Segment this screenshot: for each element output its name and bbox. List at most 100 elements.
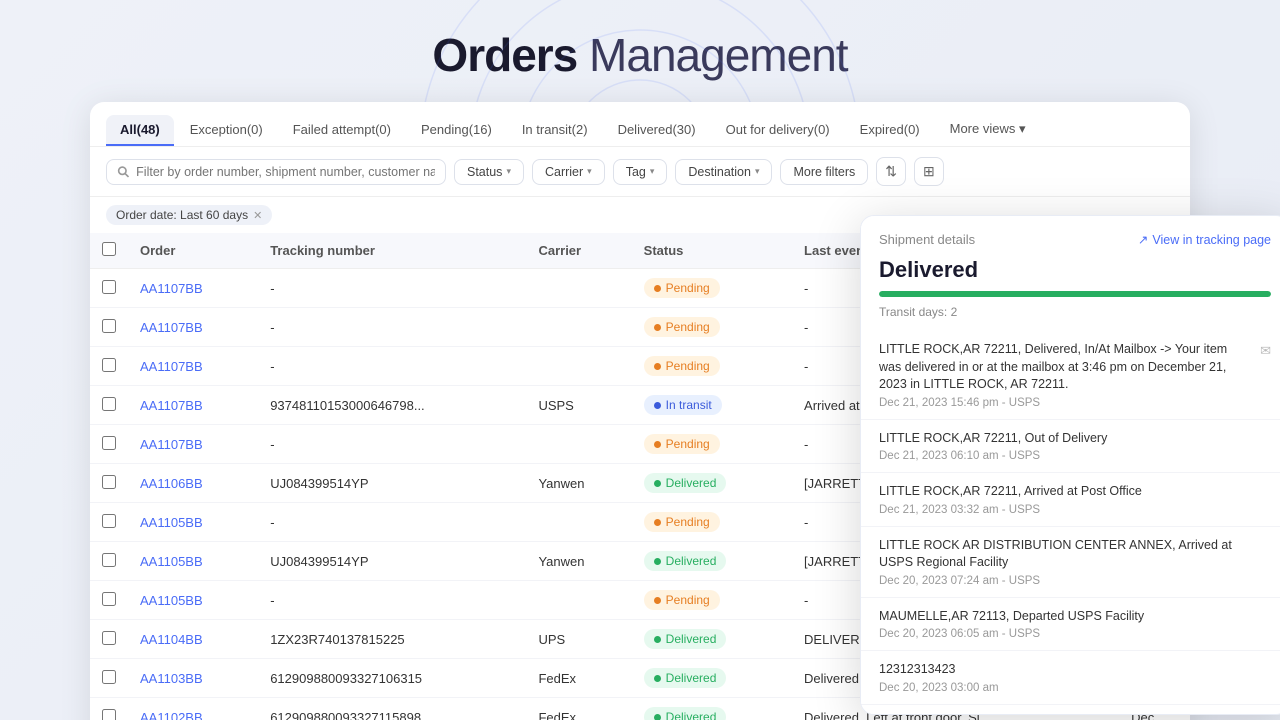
tab-1[interactable]: Exception(0) (176, 115, 277, 146)
row-checkbox-4[interactable] (102, 436, 116, 450)
progress-bar-bg (879, 291, 1271, 297)
search-wrap (106, 159, 446, 185)
carrier-3: USPS (526, 386, 631, 425)
timeline-item-1: LITTLE ROCK,AR 72211, Out of Delivery De… (861, 420, 1280, 474)
status-badge-7: Delivered (644, 551, 727, 571)
order-link-6[interactable]: AA1105BB (140, 515, 203, 530)
order-link-0[interactable]: AA1107BB (140, 281, 203, 296)
carrier-2 (526, 347, 631, 386)
timeline-item-0: LITTLE ROCK,AR 72211, Delivered, In/At M… (861, 331, 1280, 420)
select-all-checkbox[interactable] (102, 242, 116, 256)
col-tracking: Tracking number (258, 233, 526, 269)
status-badge-1: Pending (644, 317, 720, 337)
shipment-panel: Shipment details ↗ View in tracking page… (860, 215, 1280, 715)
status-badge-9: Delivered (644, 629, 727, 649)
row-checkbox-5[interactable] (102, 475, 116, 489)
external-link-icon: ↗ (1138, 232, 1148, 247)
tab-6[interactable]: Out for delivery(0) (712, 115, 844, 146)
status-badge-6: Pending (644, 512, 720, 532)
timeline-date-0: Dec 21, 2023 15:46 pm - USPS (879, 397, 1271, 409)
carrier-10: FedEx (526, 659, 631, 698)
timeline-item-2: LITTLE ROCK,AR 72211, Arrived at Post Of… (861, 473, 1280, 527)
row-checkbox-8[interactable] (102, 592, 116, 606)
order-link-9[interactable]: AA1104BB (140, 632, 203, 647)
tracking-0: - (258, 269, 526, 308)
order-link-1[interactable]: AA1107BB (140, 320, 203, 335)
order-link-7[interactable]: AA1105BB (140, 554, 203, 569)
order-link-2[interactable]: AA1107BB (140, 359, 203, 374)
chip-label: Order date: Last 60 days (116, 208, 248, 222)
search-icon (117, 165, 130, 179)
tracking-9: 1ZX23R740137815225 (258, 620, 526, 659)
timeline: LITTLE ROCK,AR 72211, Delivered, In/At M… (861, 327, 1280, 715)
carrier-7: Yanwen (526, 542, 631, 581)
row-checkbox-9[interactable] (102, 631, 116, 645)
page-wrapper: Orders Management All(48)Exception(0)Fai… (0, 0, 1280, 720)
order-link-10[interactable]: AA1103BB (140, 671, 203, 686)
order-link-4[interactable]: AA1107BB (140, 437, 203, 452)
transit-days: Transit days: 2 (861, 301, 1280, 327)
tracking-6: - (258, 503, 526, 542)
row-checkbox-7[interactable] (102, 553, 116, 567)
status-badge-10: Delivered (644, 668, 727, 688)
tab-4[interactable]: In transit(2) (508, 115, 602, 146)
carrier-9: UPS (526, 620, 631, 659)
col-carrier: Carrier (526, 233, 631, 269)
status-badge-11: Delivered (644, 707, 727, 720)
tag-filter-btn[interactable]: Tag ▾ (613, 159, 668, 185)
carrier-6 (526, 503, 631, 542)
status-badge-4: Pending (644, 434, 720, 454)
search-input[interactable] (136, 165, 435, 179)
panel-status: Delivered (861, 255, 1280, 291)
tab-8[interactable]: More views ▾ (936, 114, 1040, 146)
status-filter-btn[interactable]: Status ▾ (454, 159, 524, 185)
status-badge-0: Pending (644, 278, 720, 298)
col-status: Status (632, 233, 792, 269)
row-checkbox-6[interactable] (102, 514, 116, 528)
tab-7[interactable]: Expired(0) (846, 115, 934, 146)
timeline-item-3: LITTLE ROCK AR DISTRIBUTION CENTER ANNEX… (861, 527, 1280, 598)
tab-3[interactable]: Pending(16) (407, 115, 506, 146)
tracking-5: UJ084399514YP (258, 464, 526, 503)
order-link-3[interactable]: AA1107BB (140, 398, 203, 413)
carrier-filter-btn[interactable]: Carrier ▾ (532, 159, 605, 185)
view-tracking-link[interactable]: ↗ View in tracking page (1138, 232, 1271, 247)
destination-filter-btn[interactable]: Destination ▾ (675, 159, 772, 185)
row-checkbox-2[interactable] (102, 358, 116, 372)
timeline-event-4: MAUMELLE,AR 72113, Departed USPS Facilit… (879, 608, 1271, 626)
tracking-4: - (258, 425, 526, 464)
row-checkbox-11[interactable] (102, 709, 116, 720)
columns-icon-btn[interactable]: ⊞ (914, 157, 944, 186)
status-badge-3: In transit (644, 395, 722, 415)
carrier-11: FedEx (526, 698, 631, 720)
tab-2[interactable]: Failed attempt(0) (279, 115, 405, 146)
timeline-date-2: Dec 21, 2023 03:32 am - USPS (879, 504, 1271, 516)
row-checkbox-0[interactable] (102, 280, 116, 294)
timeline-date-1: Dec 21, 2023 06:10 am - USPS (879, 450, 1271, 462)
timeline-event-2: LITTLE ROCK,AR 72211, Arrived at Post Of… (879, 483, 1271, 501)
carrier-4 (526, 425, 631, 464)
row-checkbox-10[interactable] (102, 670, 116, 684)
col-checkbox (90, 233, 128, 269)
page-header: Orders Management (0, 0, 1280, 102)
tracking-3: 93748110153000646798... (258, 386, 526, 425)
panel-title: Shipment details (879, 232, 975, 247)
view-tracking-label: View in tracking page (1152, 233, 1271, 247)
timeline-date-3: Dec 20, 2023 07:24 am - USPS (879, 575, 1271, 587)
page-title: Orders Management (0, 28, 1280, 82)
more-filters-btn[interactable]: More filters (780, 159, 868, 185)
row-checkbox-3[interactable] (102, 397, 116, 411)
row-checkbox-1[interactable] (102, 319, 116, 333)
progress-bar-fill (879, 291, 1271, 297)
sort-icon-btn[interactable]: ⇅ (876, 157, 906, 186)
tab-0[interactable]: All(48) (106, 115, 174, 146)
tracking-11: 612909880093327115898 (258, 698, 526, 720)
chip-remove[interactable]: ✕ (253, 209, 262, 222)
order-link-11[interactable]: AA1102BB (140, 710, 203, 720)
title-light: Management (577, 29, 847, 81)
tab-5[interactable]: Delivered(30) (604, 115, 710, 146)
order-link-8[interactable]: AA1105BB (140, 593, 203, 608)
status-badge-8: Pending (644, 590, 720, 610)
timeline-event-0: LITTLE ROCK,AR 72211, Delivered, In/At M… (879, 341, 1271, 394)
order-link-5[interactable]: AA1106BB (140, 476, 203, 491)
